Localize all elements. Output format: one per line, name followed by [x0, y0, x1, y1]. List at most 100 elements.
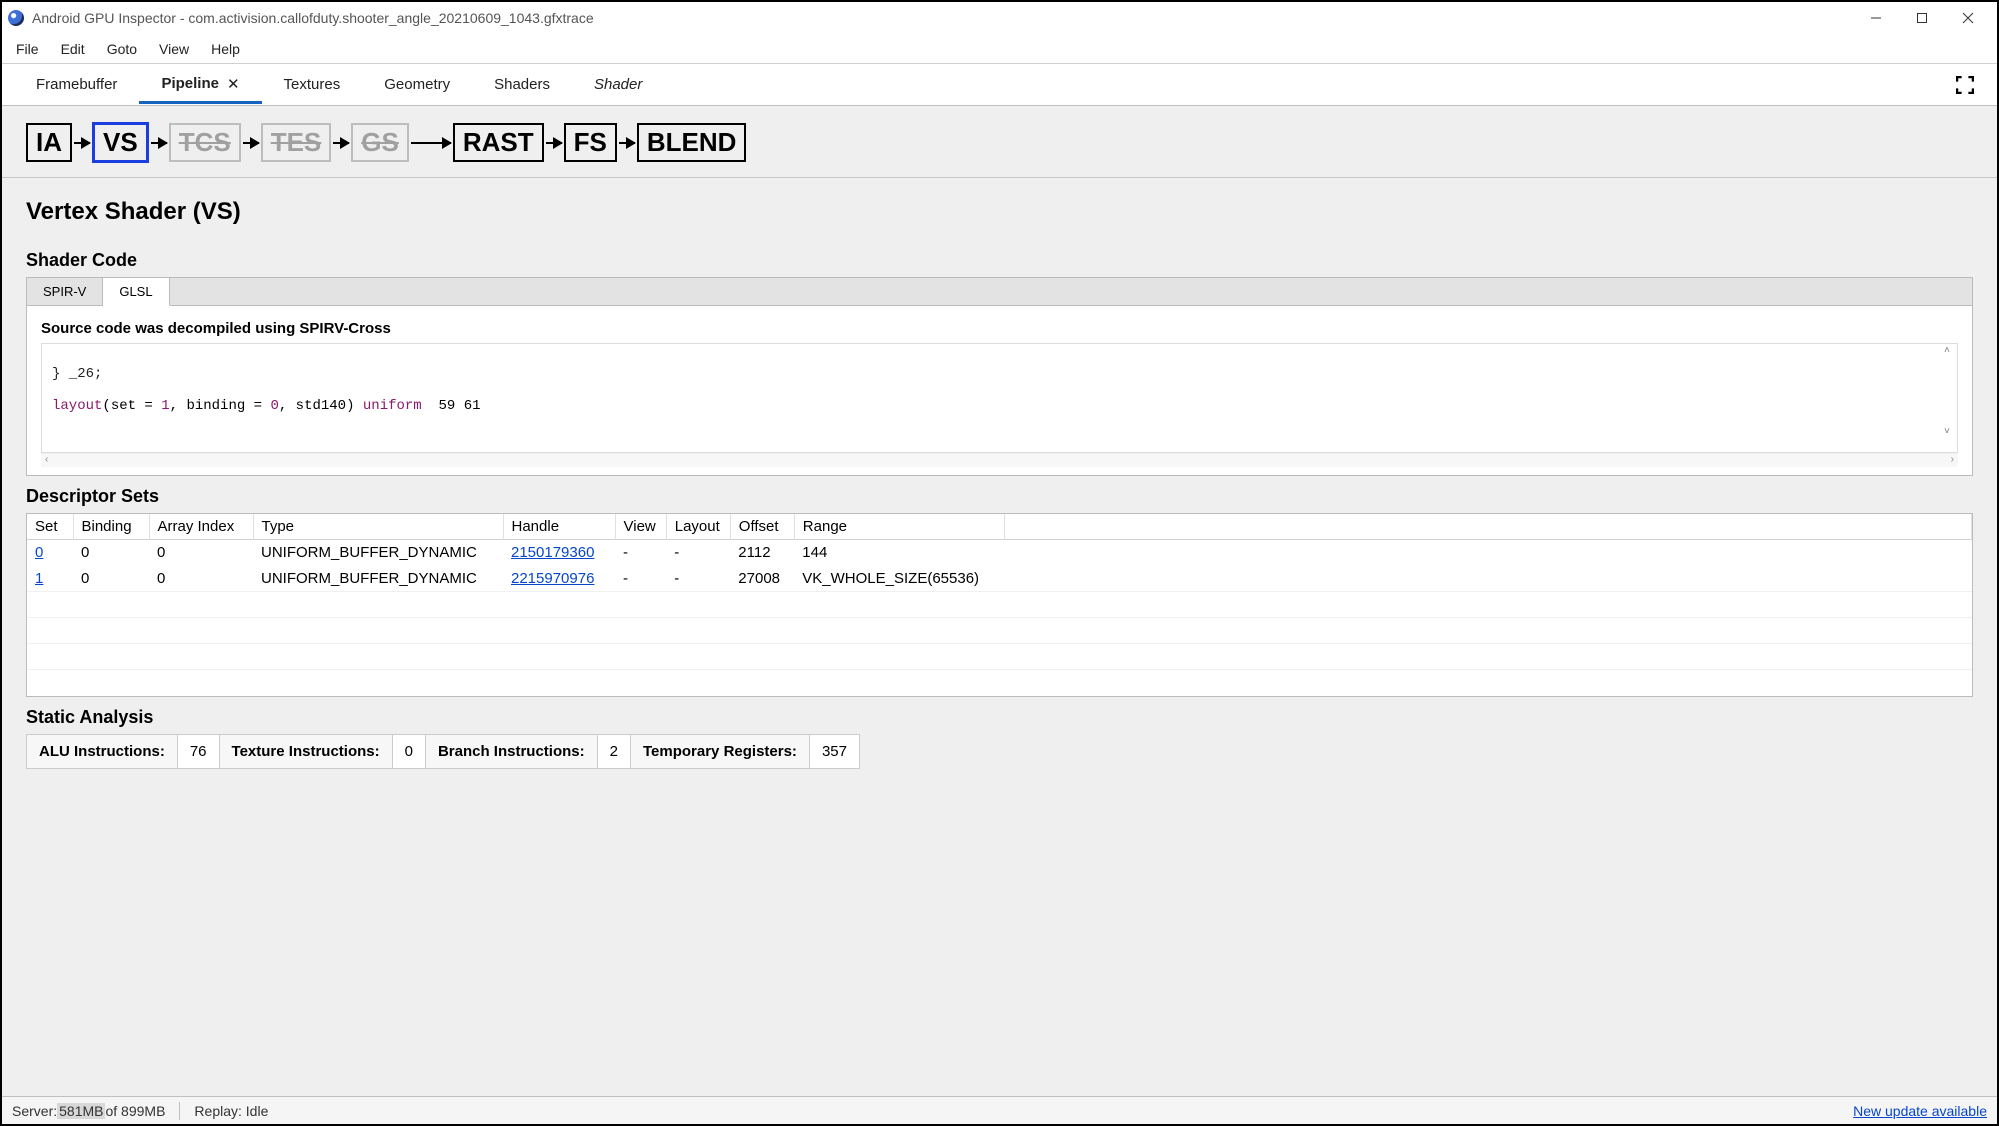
decompile-note: Source code was decompiled using SPIRV-C…: [41, 320, 1958, 337]
arrow-icon: [411, 142, 451, 144]
shader-code-heading: Shader Code: [26, 250, 1973, 271]
handle-link[interactable]: 2215970976: [511, 570, 594, 587]
tab-label: Textures: [284, 76, 341, 93]
arrow-icon: [74, 142, 90, 144]
tab-shader[interactable]: Shader: [572, 68, 664, 101]
code-tabs: SPIR-V GLSL: [26, 277, 1973, 306]
menu-view[interactable]: View: [149, 34, 199, 63]
col-set[interactable]: Set: [27, 514, 73, 540]
minimize-button[interactable]: [1853, 3, 1899, 33]
statusbar: Server: 581MB of 899MB Replay: Idle New …: [2, 1096, 1997, 1124]
arrow-icon: [243, 142, 259, 144]
memory-used: 581MB: [57, 1103, 105, 1119]
tab-shaders[interactable]: Shaders: [472, 68, 572, 101]
code-token: uniform: [363, 398, 422, 414]
tab-textures[interactable]: Textures: [262, 68, 363, 101]
pipeline-stages: IA VS TCS TES GS RAST FS BLEND: [2, 118, 1997, 178]
stat-value-alu: 76: [178, 735, 220, 768]
main-content: IA VS TCS TES GS RAST FS BLEND Vertex Sh…: [2, 106, 1997, 1096]
tab-geometry[interactable]: Geometry: [362, 68, 472, 101]
code-token: 1: [161, 398, 169, 414]
menu-goto[interactable]: Goto: [97, 34, 147, 63]
code-tab-spirv[interactable]: SPIR-V: [27, 278, 103, 306]
stage-vs[interactable]: VS: [92, 122, 149, 163]
maximize-icon: [1916, 12, 1928, 24]
table-row[interactable]: 1 0 0 UNIFORM_BUFFER_DYNAMIC 2215970976 …: [27, 566, 1972, 592]
cell: UNIFORM_BUFFER_DYNAMIC: [253, 540, 503, 566]
page-title: Vertex Shader (VS): [26, 198, 1973, 226]
tab-label: Geometry: [384, 76, 450, 93]
expand-icon: [1956, 76, 1974, 94]
empty-row: [27, 592, 1972, 618]
stat-value-branch: 2: [598, 735, 631, 768]
empty-row: [27, 618, 1972, 644]
cell: -: [615, 540, 666, 566]
maximize-button[interactable]: [1899, 3, 1945, 33]
col-type[interactable]: Type: [253, 514, 503, 540]
update-link[interactable]: New update available: [1853, 1103, 1987, 1119]
code-box[interactable]: } _26; layout(set = 1, binding = 0, std1…: [41, 343, 1958, 453]
menu-help[interactable]: Help: [201, 34, 250, 63]
stage-blend[interactable]: BLEND: [637, 123, 747, 162]
cell: 27008: [730, 566, 794, 592]
separator: [179, 1102, 180, 1120]
col-range[interactable]: Range: [794, 514, 1004, 540]
col-offset[interactable]: Offset: [730, 514, 794, 540]
scroll-up-icon: ˄: [1944, 346, 1950, 357]
stage-fs[interactable]: FS: [564, 123, 617, 162]
cell: -: [666, 566, 730, 592]
tab-pipeline[interactable]: Pipeline ✕: [139, 67, 261, 104]
stat-label-alu: ALU Instructions:: [27, 735, 178, 768]
tab-label: Shader: [594, 76, 642, 93]
code-token: (set =: [102, 398, 161, 414]
horizontal-scrollbar[interactable]: ‹›: [41, 453, 1958, 467]
memory-total: of 899MB: [105, 1103, 165, 1119]
cell: 0: [73, 566, 149, 592]
vertical-scrollbar[interactable]: ˄˅: [1939, 346, 1955, 438]
descriptor-sets-heading: Descriptor Sets: [26, 486, 1973, 507]
code-token: 59 61: [422, 398, 481, 414]
menu-edit[interactable]: Edit: [51, 34, 95, 63]
code-token: , binding =: [170, 398, 271, 414]
code-line: } _26;: [52, 366, 102, 382]
set-link[interactable]: 0: [35, 544, 43, 561]
cell: -: [666, 540, 730, 566]
titlebar: Android GPU Inspector - com.activision.c…: [2, 2, 1997, 34]
server-label: Server:: [12, 1103, 57, 1119]
col-handle[interactable]: Handle: [503, 514, 615, 540]
col-view[interactable]: View: [615, 514, 666, 540]
cell: UNIFORM_BUFFER_DYNAMIC: [253, 566, 503, 592]
stage-tes[interactable]: TES: [261, 123, 332, 162]
table-row[interactable]: 0 0 0 UNIFORM_BUFFER_DYNAMIC 2150179360 …: [27, 540, 1972, 566]
stat-value-temp: 357: [810, 735, 859, 768]
arrow-icon: [333, 142, 349, 144]
col-binding[interactable]: Binding: [73, 514, 149, 540]
stat-value-tex: 0: [393, 735, 426, 768]
stage-tcs[interactable]: TCS: [169, 123, 241, 162]
tab-framebuffer[interactable]: Framebuffer: [14, 68, 139, 101]
cell: 0: [149, 540, 253, 566]
cell: 0: [73, 540, 149, 566]
col-array-index[interactable]: Array Index: [149, 514, 253, 540]
arrow-icon: [546, 142, 562, 144]
handle-link[interactable]: 2150179360: [511, 544, 594, 561]
code-token: 0: [270, 398, 278, 414]
replay-status: Replay: Idle: [194, 1103, 268, 1119]
tab-close-icon[interactable]: ✕: [227, 75, 240, 93]
stage-rast[interactable]: RAST: [453, 123, 544, 162]
menu-file[interactable]: File: [6, 34, 49, 63]
expand-button[interactable]: [1953, 73, 1977, 97]
stage-ia[interactable]: IA: [26, 123, 72, 162]
set-link[interactable]: 1: [35, 570, 43, 587]
close-button[interactable]: [1945, 3, 1991, 33]
code-token: layout: [52, 398, 102, 414]
stat-label-branch: Branch Instructions:: [426, 735, 598, 768]
minimize-icon: [1870, 12, 1882, 24]
cell: 2112: [730, 540, 794, 566]
table-header-row: Set Binding Array Index Type Handle View…: [27, 514, 1972, 540]
col-layout[interactable]: Layout: [666, 514, 730, 540]
code-tab-glsl[interactable]: GLSL: [103, 278, 169, 306]
empty-row: [27, 670, 1972, 696]
stage-gs[interactable]: GS: [351, 123, 409, 162]
window-title: Android GPU Inspector - com.activision.c…: [32, 10, 1853, 26]
